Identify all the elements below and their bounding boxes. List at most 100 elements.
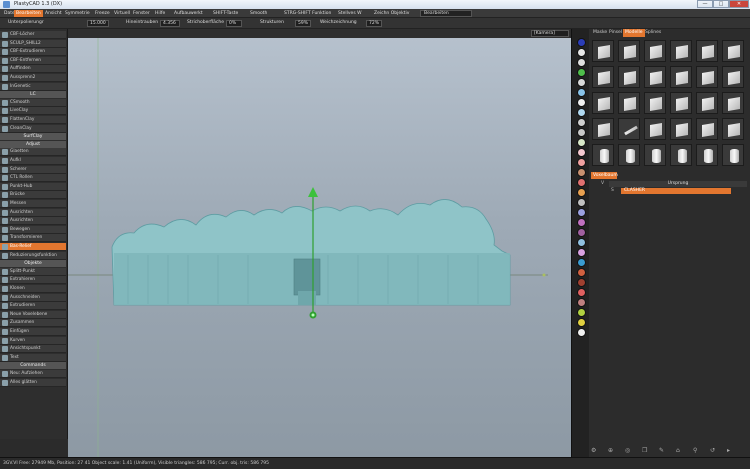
panel-tool-icon[interactable]: ❐ (642, 447, 647, 454)
color-swatch[interactable] (577, 318, 586, 327)
tool-ctl-rollen[interactable]: CTL Rollen (0, 174, 66, 183)
color-swatch[interactable] (577, 288, 586, 297)
cylinder-model[interactable] (670, 144, 692, 166)
cube-model[interactable] (644, 118, 666, 140)
color-swatch[interactable] (577, 298, 586, 307)
cube-model[interactable] (592, 118, 614, 140)
color-swatch[interactable] (577, 308, 586, 317)
minimize-button[interactable]: — (697, 0, 713, 8)
menu-zeichn-objektiv[interactable]: Zeichn Objektiv (372, 10, 411, 17)
panel-tool-icon[interactable]: ⌂ (676, 447, 680, 454)
gizmo-axis-x-end-icon[interactable] (542, 273, 546, 277)
tool-aufkl[interactable]: Aufkl (0, 157, 66, 165)
camera-select[interactable]: [Kamera] (531, 30, 569, 37)
panel-tool-icon[interactable]: ⊕ (608, 447, 613, 454)
color-swatch[interactable] (577, 198, 586, 207)
menu-stellves[interactable]: Stellves W (336, 10, 364, 17)
color-swatch[interactable] (577, 218, 586, 227)
unterpolierungr-field[interactable]: 15.000 (87, 20, 109, 27)
mode-select[interactable]: Bearbeiten (420, 10, 472, 17)
menu-symmetrie[interactable]: Symmetrie (63, 10, 92, 17)
tool-aussprenn2[interactable]: Aussprenn2 (0, 74, 66, 82)
menu-hilfe[interactable]: Hilfe (153, 10, 167, 17)
color-swatch[interactable] (577, 328, 586, 337)
menu-freeze[interactable]: Freeze (93, 10, 112, 17)
tool-text[interactable]: Text (0, 353, 66, 362)
tool-glaetten[interactable]: Glaetten (0, 148, 66, 157)
cube-model[interactable] (592, 92, 614, 114)
menu-strg-shift[interactable]: STRG-SHIFT Funktion (282, 10, 333, 17)
menu-aufbauwerkt[interactable]: Aufbauwerkt (172, 10, 205, 17)
tool-csmooth[interactable]: CSmooth (0, 98, 66, 107)
tool-flattenclay[interactable]: FlattenClay (0, 116, 66, 124)
cube-model[interactable] (618, 118, 640, 140)
tab-splines[interactable]: Splines (643, 29, 663, 37)
color-swatch[interactable] (577, 258, 586, 267)
cube-model[interactable] (592, 40, 614, 62)
section-surfclay[interactable]: SurfClay (0, 133, 66, 141)
menu-ansicht[interactable]: Ansicht (43, 10, 64, 17)
cylinder-model[interactable] (722, 144, 744, 166)
tool-splitt-punkt[interactable]: Splitt-Punkt (0, 267, 66, 276)
tool-reduzierungsfunktion[interactable]: Reduzierungsfunktion (0, 251, 66, 260)
section-commands[interactable]: Commands (0, 362, 66, 370)
color-swatch[interactable] (577, 128, 586, 137)
cube-model[interactable] (722, 92, 744, 114)
color-swatch[interactable] (577, 98, 586, 107)
section-lc[interactable]: LC (0, 91, 66, 99)
cube-model[interactable] (722, 66, 744, 88)
tool-einf-gen[interactable]: Einfügen (0, 328, 66, 336)
color-swatch[interactable] (577, 78, 586, 87)
color-swatch[interactable] (577, 188, 586, 197)
cube-model[interactable] (670, 118, 692, 140)
cube-model[interactable] (696, 92, 718, 114)
tool-neue-voxelebene[interactable]: Neue Voxelebene (0, 310, 66, 319)
color-swatch[interactable] (577, 118, 586, 127)
cube-model[interactable] (696, 66, 718, 88)
layer-root-flag[interactable]: V (601, 181, 604, 186)
tool-neu-aufziehen[interactable]: Neu: Aufziehen (0, 370, 66, 378)
color-swatch[interactable] (577, 168, 586, 177)
tool-bewegen[interactable]: Bewegen (0, 225, 66, 234)
panel-tool-icon[interactable]: ↺ (710, 447, 715, 454)
cube-model[interactable] (644, 40, 666, 62)
color-swatch[interactable] (577, 108, 586, 117)
menu-smooth[interactable]: Smooth (248, 10, 269, 17)
color-swatch[interactable] (577, 88, 586, 97)
color-swatch[interactable] (577, 238, 586, 247)
cube-model[interactable] (722, 40, 744, 62)
layer-child-flag[interactable]: S (611, 188, 614, 193)
tool-extrahieren[interactable]: Extrahieren (0, 276, 66, 285)
tool-punkt-hub[interactable]: Punkt-Hub (0, 182, 66, 191)
cube-model[interactable] (644, 66, 666, 88)
tab-modelle[interactable]: Modelle (623, 29, 645, 37)
tool-auffinden[interactable]: Auffinden (0, 65, 66, 74)
maximize-button[interactable]: □ (713, 0, 729, 8)
color-swatch[interactable] (577, 268, 586, 277)
tool-ausrichten[interactable]: Ausrichten (0, 208, 66, 217)
3d-viewport[interactable] (68, 29, 571, 457)
color-swatch[interactable] (577, 48, 586, 57)
tool-cbf-extrudieren[interactable]: CBF-Extrudieren (0, 48, 66, 57)
tab-voxelbaum[interactable]: Voxelbaum (591, 172, 618, 179)
color-swatch[interactable] (577, 138, 586, 147)
panel-tool-icon[interactable]: ⚲ (693, 447, 697, 454)
tab-pinsel[interactable]: Pinsel (607, 29, 624, 37)
cylinder-model[interactable] (696, 144, 718, 166)
panel-tool-icon[interactable]: ▸ (727, 447, 730, 454)
menu-virtuell[interactable]: Virtuell (112, 10, 132, 17)
tool-ansichtspunkt[interactable]: Ansichtspunkt (0, 345, 66, 354)
close-button[interactable]: ✕ (729, 0, 749, 8)
color-swatch[interactable] (577, 58, 586, 67)
section-adjust[interactable]: Adjust (0, 140, 66, 148)
cube-model[interactable] (670, 92, 692, 114)
panel-tool-icon[interactable]: ✎ (659, 447, 664, 454)
menu-shift-taste[interactable]: SHIFT-Taste (211, 10, 240, 17)
tool-klonen[interactable]: Klonen (0, 285, 66, 293)
tool-kurven[interactable]: Kurven (0, 336, 66, 345)
panel-tool-icon[interactable]: ◎ (625, 447, 630, 454)
cube-model[interactable] (644, 92, 666, 114)
cylinder-model[interactable] (592, 144, 614, 166)
color-swatch[interactable] (577, 228, 586, 237)
tool-sculp-shill2[interactable]: SCULP_SHILL2 (0, 39, 66, 48)
